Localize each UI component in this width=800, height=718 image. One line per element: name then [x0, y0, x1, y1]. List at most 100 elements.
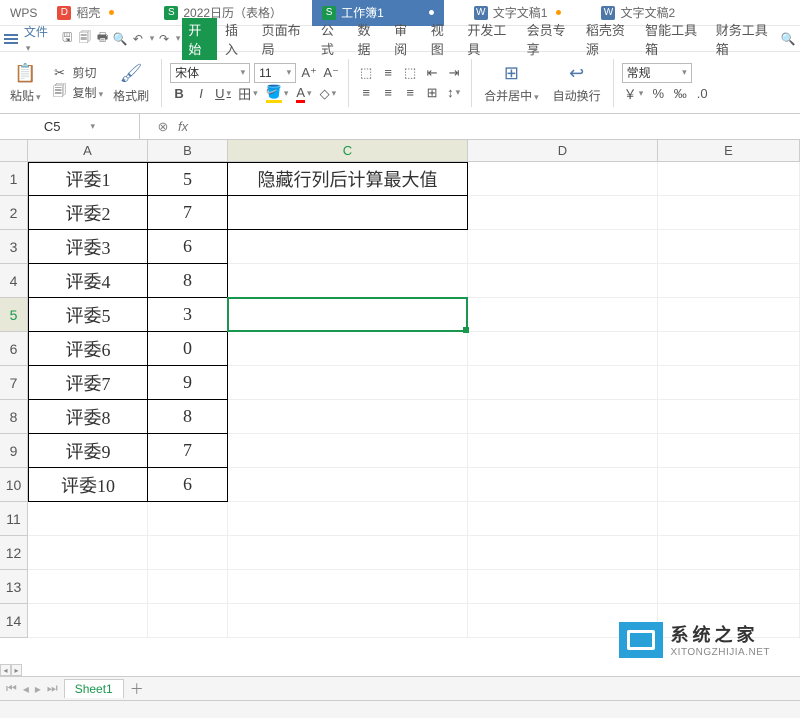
cell[interactable] — [228, 536, 468, 570]
cell[interactable] — [658, 400, 800, 434]
underline-button[interactable]: U▾ — [214, 85, 232, 103]
save-icon[interactable]: 🖫 — [59, 30, 75, 48]
prev-sheet-icon[interactable]: ◂ — [23, 682, 29, 696]
redo-dropdown[interactable]: ▾ — [176, 33, 181, 44]
row-header[interactable]: 6 — [0, 332, 28, 366]
cell[interactable] — [658, 264, 800, 298]
cell[interactable] — [468, 400, 658, 434]
cell[interactable]: 7 — [148, 196, 228, 230]
cell[interactable]: 评委8 — [28, 400, 148, 434]
scroll-right-icon[interactable]: ▸ — [11, 664, 22, 676]
row-header[interactable]: 8 — [0, 400, 28, 434]
cell[interactable]: 9 — [148, 366, 228, 400]
ribbon-tab-daoke[interactable]: 稻壳资源 — [580, 20, 637, 58]
cell[interactable] — [228, 230, 468, 264]
clear-format-button[interactable]: ◇▾ — [318, 85, 339, 103]
ribbon-tab-member[interactable]: 会员专享 — [521, 20, 578, 58]
row-header[interactable]: 12 — [0, 536, 28, 570]
cell[interactable]: 评委5 — [28, 298, 148, 332]
cell[interactable]: 8 — [148, 264, 228, 298]
align-middle-icon[interactable]: ≡ — [379, 64, 397, 82]
ribbon-tab-insert[interactable]: 插入 — [219, 20, 254, 58]
ribbon-tab-data[interactable]: 数据 — [352, 20, 387, 58]
ribbon-tab-smart[interactable]: 智能工具箱 — [639, 20, 708, 58]
formula-input[interactable] — [188, 114, 800, 139]
merge-center-button[interactable]: ⊞ 合并居中▾ — [480, 61, 543, 104]
cut-button[interactable]: 剪切 — [73, 64, 97, 81]
next-sheet-icon[interactable]: ▸ — [35, 682, 41, 696]
search-icon[interactable]: 🔍 — [780, 30, 796, 48]
cell[interactable] — [148, 502, 228, 536]
cell[interactable] — [228, 366, 468, 400]
cell[interactable] — [228, 468, 468, 502]
cell[interactable]: 3 — [148, 298, 228, 332]
cell[interactable] — [148, 604, 228, 638]
column-header-C[interactable]: C — [228, 140, 468, 161]
increase-font-icon[interactable]: A⁺ — [300, 64, 318, 82]
cell[interactable]: 8 — [148, 400, 228, 434]
column-header-A[interactable]: A — [28, 140, 148, 161]
first-sheet-icon[interactable]: ⏮ — [6, 681, 17, 696]
cell[interactable] — [468, 570, 658, 604]
cell[interactable]: 评委7 — [28, 366, 148, 400]
cell[interactable] — [658, 332, 800, 366]
italic-button[interactable]: I — [192, 85, 210, 103]
column-header-B[interactable]: B — [148, 140, 228, 161]
row-header[interactable]: 9 — [0, 434, 28, 468]
ribbon-tab-start[interactable]: 开始 — [182, 18, 217, 60]
cell[interactable]: 评委10 — [28, 468, 148, 502]
redo-icon[interactable]: ↷ — [156, 30, 172, 48]
cell[interactable] — [228, 502, 468, 536]
add-sheet-icon[interactable]: ＋ — [130, 679, 144, 699]
cell[interactable] — [228, 298, 468, 332]
percent-button[interactable]: % — [649, 85, 667, 103]
print-icon[interactable]: 🖶 — [95, 30, 111, 48]
undo-dropdown[interactable]: ▾ — [150, 33, 155, 44]
cell[interactable] — [468, 366, 658, 400]
border-button[interactable]: 田▾ — [236, 85, 260, 103]
cell[interactable] — [468, 332, 658, 366]
decrease-font-icon[interactable]: A⁻ — [322, 64, 340, 82]
align-left-icon[interactable]: ≡ — [357, 84, 375, 102]
cell[interactable] — [228, 400, 468, 434]
cell[interactable] — [228, 604, 468, 638]
cell[interactable]: 评委9 — [28, 434, 148, 468]
column-header-D[interactable]: D — [468, 140, 658, 161]
align-top-icon[interactable]: ⬚ — [357, 64, 375, 82]
cell[interactable]: 评委3 — [28, 230, 148, 264]
cell[interactable]: 评委1 — [28, 162, 148, 196]
cell[interactable] — [468, 468, 658, 502]
cell[interactable] — [28, 502, 148, 536]
paste-button[interactable]: 📋 粘贴▾ — [6, 61, 45, 104]
cell[interactable] — [658, 230, 800, 264]
format-painter-button[interactable]: 🖌 格式刷 — [109, 61, 153, 104]
row-header[interactable]: 5 — [0, 298, 28, 332]
copy-icon[interactable]: 🗐 — [51, 84, 69, 102]
cell[interactable]: 0 — [148, 332, 228, 366]
undo-icon[interactable]: ↶ — [130, 30, 146, 48]
cut-icon[interactable]: ✂ — [51, 64, 69, 82]
fx-label[interactable]: fx — [178, 119, 188, 134]
cell[interactable] — [658, 162, 800, 196]
row-header[interactable]: 1 — [0, 162, 28, 196]
indent-left-icon[interactable]: ⇤ — [423, 64, 441, 82]
cancel-formula-icon[interactable]: ⊗ — [154, 118, 172, 136]
distribute-icon[interactable]: ⊞ — [423, 84, 441, 102]
row-header[interactable]: 14 — [0, 604, 28, 638]
indent-right-icon[interactable]: ⇥ — [445, 64, 463, 82]
cell[interactable]: 评委4 — [28, 264, 148, 298]
ribbon-tab-finance[interactable]: 财务工具箱 — [710, 20, 779, 58]
cell[interactable] — [228, 434, 468, 468]
row-header[interactable]: 3 — [0, 230, 28, 264]
cell[interactable] — [468, 196, 658, 230]
sheet-tab[interactable]: Sheet1 — [64, 679, 124, 698]
scroll-left-icon[interactable]: ◂ — [0, 664, 11, 676]
align-center-icon[interactable]: ≡ — [379, 84, 397, 102]
row-header[interactable]: 4 — [0, 264, 28, 298]
row-header[interactable]: 13 — [0, 570, 28, 604]
cell[interactable]: 5 — [148, 162, 228, 196]
name-box[interactable]: C5▾ — [0, 114, 140, 140]
cell[interactable] — [228, 264, 468, 298]
ribbon-tab-layout[interactable]: 页面布局 — [256, 20, 313, 58]
cell[interactable]: 评委2 — [28, 196, 148, 230]
